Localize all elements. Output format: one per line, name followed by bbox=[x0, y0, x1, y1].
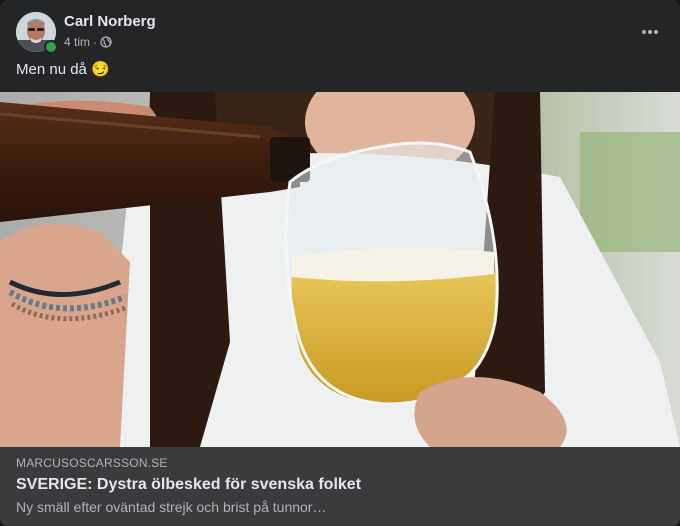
link-preview[interactable]: MARCUSOSCARSSON.SE SVERIGE: Dystra ölbes… bbox=[0, 447, 680, 526]
post-text: Men nu då 😏 bbox=[16, 60, 110, 78]
author-name[interactable]: Carl Norberg bbox=[64, 13, 156, 30]
link-description: Ny smäll efter oväntad strejk och brist … bbox=[16, 499, 327, 515]
post-message: Men nu då bbox=[16, 61, 87, 78]
beer-pour-photo bbox=[0, 92, 680, 447]
meta-separator: · bbox=[93, 35, 98, 49]
globe-icon bbox=[100, 36, 112, 48]
more-dots-icon bbox=[642, 30, 658, 34]
post-meta: 4 tim · bbox=[64, 35, 112, 49]
link-preview-image[interactable] bbox=[0, 92, 680, 447]
link-domain: MARCUSOSCARSSON.SE bbox=[16, 456, 168, 470]
post-header: Carl Norberg 4 tim · bbox=[16, 12, 664, 54]
post-time[interactable]: 4 tim bbox=[64, 35, 90, 49]
link-title[interactable]: SVERIGE: Dystra ölbesked för svenska fol… bbox=[16, 476, 361, 494]
more-options-button[interactable] bbox=[636, 20, 664, 44]
online-status-dot bbox=[44, 40, 58, 54]
post-card: Carl Norberg 4 tim · Men nu då 😏 MARCUSO… bbox=[0, 0, 680, 526]
wink-emoji: 😏 bbox=[91, 61, 110, 78]
